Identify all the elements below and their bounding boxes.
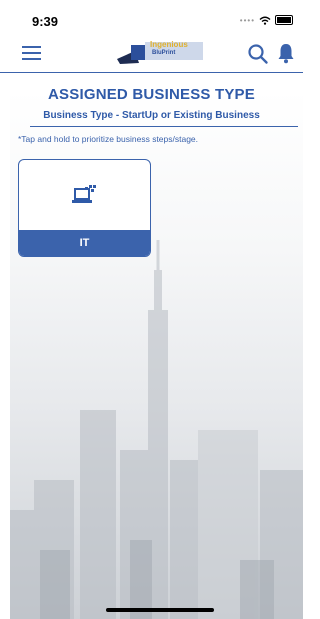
battery-icon — [275, 15, 293, 25]
status-bar: 9:39 •••• — [0, 0, 303, 30]
top-nav-bar: Ingenious BluPrint — [0, 34, 303, 73]
search-icon[interactable] — [247, 43, 269, 65]
status-icons: •••• — [240, 15, 293, 25]
instruction-text: *Tap and hold to prioritize business ste… — [18, 134, 199, 144]
logo-text: Ingenious — [150, 40, 188, 49]
signal-icon: •••• — [239, 15, 255, 25]
logo-subtext: BluPrint — [152, 50, 176, 56]
notification-bell-icon[interactable] — [277, 42, 295, 64]
home-indicator — [106, 608, 214, 612]
wifi-icon — [259, 16, 271, 25]
divider — [30, 126, 298, 127]
laptop-icon — [72, 185, 96, 203]
card-label: IT — [19, 230, 150, 256]
page-subtitle: Business Type - StartUp or Existing Busi… — [43, 110, 260, 121]
status-time: 9:39 — [32, 14, 59, 29]
page-title: ASSIGNED BUSINESS TYPE — [48, 86, 255, 103]
menu-icon[interactable] — [22, 46, 41, 60]
business-type-card-it[interactable]: IT — [18, 159, 151, 257]
